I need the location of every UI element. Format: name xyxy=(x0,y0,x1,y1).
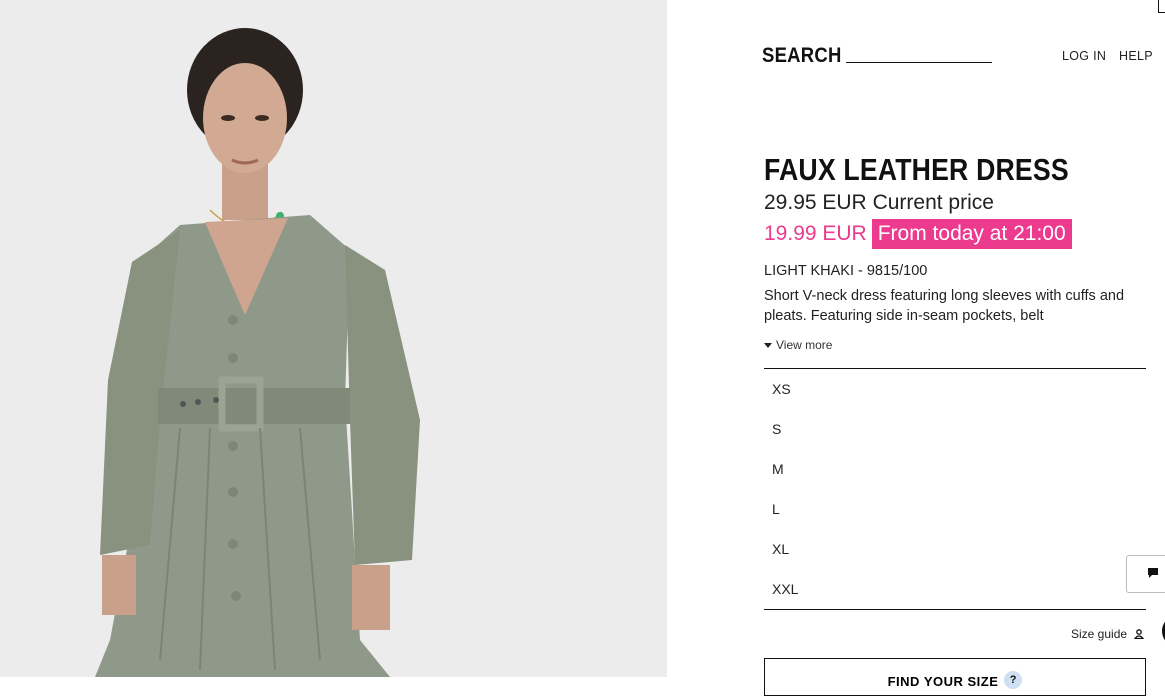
current-price-row: 29.95 EUR Current price xyxy=(764,191,994,215)
sale-price: 19.99 EUR xyxy=(764,222,867,245)
size-option-xxl[interactable]: XXL xyxy=(764,569,1146,609)
window-corner xyxy=(1158,0,1165,13)
find-your-size-button[interactable]: FIND YOUR SIZE? xyxy=(764,658,1146,696)
chat-icon xyxy=(1148,568,1158,578)
caret-down-icon xyxy=(764,342,772,348)
search-input[interactable] xyxy=(846,50,992,63)
sale-price-row: 19.99 EUR From today at 21:00 xyxy=(764,219,1072,249)
chat-button[interactable] xyxy=(1126,555,1165,593)
view-more-link[interactable]: View more xyxy=(764,338,832,352)
current-price: 29.95 EUR xyxy=(764,191,867,214)
question-icon[interactable]: ? xyxy=(1004,670,1023,689)
person-icon xyxy=(1134,628,1145,642)
current-price-label: Current price xyxy=(872,191,994,214)
size-option-xs[interactable]: XS xyxy=(764,369,1146,409)
product-description: Short V-neck dress featuring long sleeve… xyxy=(764,288,1125,324)
size-guide-link[interactable]: Size guide xyxy=(1071,627,1145,642)
product-title: FAUX LEATHER DRESS xyxy=(764,152,1069,187)
size-option-l[interactable]: L xyxy=(764,489,1146,529)
size-option-xl[interactable]: XL xyxy=(764,529,1146,569)
login-link[interactable]: LOG IN xyxy=(1062,49,1106,63)
find-size-label: FIND YOUR SIZE xyxy=(887,673,999,689)
model-image xyxy=(0,0,667,677)
view-more-label: View more xyxy=(776,338,833,352)
size-option-s[interactable]: S xyxy=(764,409,1146,449)
size-option-m[interactable]: M xyxy=(764,449,1146,489)
product-photo[interactable] xyxy=(0,0,667,677)
help-link[interactable]: HELP xyxy=(1119,49,1153,63)
sale-badge: From today at 21:00 xyxy=(871,219,1072,249)
size-list: XS S M L XL XXL xyxy=(764,368,1146,610)
size-guide-label: Size guide xyxy=(1071,627,1128,641)
product-info-panel: SEARCH LOG IN HELP FAUX LEATHER DRESS 29… xyxy=(667,0,1165,696)
color-reference: LIGHT KHAKI - 9815/100 xyxy=(764,263,928,279)
search-label[interactable]: SEARCH xyxy=(762,44,842,68)
